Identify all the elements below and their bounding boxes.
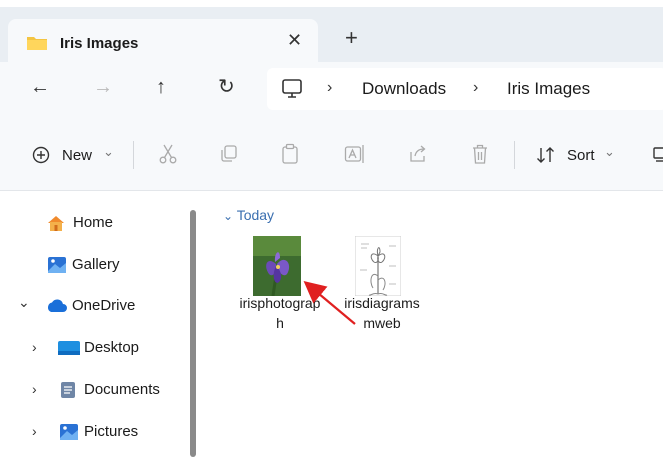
- file-item-irisdiagramsmweb[interactable]: irisdiagramsmweb: [341, 231, 421, 381]
- toolbar-divider: [133, 141, 134, 169]
- sidebar-item-onedrive[interactable]: ⌄ OneDrive: [0, 291, 180, 321]
- breadcrumb-downloads[interactable]: Downloads: [362, 79, 446, 99]
- group-header-today[interactable]: ⌄ Today: [223, 207, 274, 223]
- plus-circle-icon: [32, 146, 50, 164]
- breadcrumb-separator: ›: [473, 79, 479, 96]
- folder-icon: [27, 37, 47, 50]
- new-tab-button[interactable]: +: [345, 27, 358, 49]
- iris-diagram-thumbnail: [355, 236, 401, 296]
- up-button[interactable]: ↑: [156, 74, 166, 100]
- new-dropdown-chevron[interactable]: ⌄: [103, 144, 114, 160]
- sidebar-item-documents[interactable]: › Documents: [0, 375, 180, 405]
- sort-dropdown-chevron[interactable]: ⌄: [604, 144, 615, 160]
- view-icon[interactable]: [653, 146, 663, 164]
- computer-icon: [282, 79, 302, 98]
- copy-icon[interactable]: [219, 144, 239, 164]
- refresh-button[interactable]: ↻: [218, 74, 235, 100]
- command-bar: New ⌄ Sort ⌄: [0, 117, 663, 191]
- pictures-icon: [60, 424, 78, 440]
- file-name: irisphotograph: [239, 295, 321, 331]
- navigation-bar: ← → ↑ ↻ › Downloads › Iris Images: [0, 62, 663, 117]
- documents-icon: [61, 382, 75, 398]
- file-list: ⌄ Today irisphotograph irisdiagramsmweb: [205, 191, 663, 457]
- sidebar-scrollbar[interactable]: [190, 210, 196, 457]
- paste-icon[interactable]: [281, 143, 299, 165]
- sidebar-item-desktop[interactable]: › Desktop: [0, 333, 180, 363]
- expand-chevron-icon[interactable]: ⌄: [18, 294, 30, 311]
- collapse-chevron-icon: ⌄: [223, 209, 234, 223]
- sidebar-item-label: Documents: [84, 381, 160, 398]
- forward-button[interactable]: →: [93, 74, 113, 100]
- sidebar-item-label: Desktop: [84, 339, 140, 356]
- expand-chevron-icon[interactable]: ›: [32, 423, 37, 439]
- back-button[interactable]: ←: [30, 74, 50, 100]
- navigation-pane: Home Gallery ⌄ OneDrive › Desktop › Docu…: [0, 191, 200, 457]
- onedrive-cloud-icon: [47, 299, 67, 312]
- sidebar-item-label: OneDrive: [72, 297, 136, 314]
- toolbar-divider: [514, 141, 515, 169]
- expand-chevron-icon[interactable]: ›: [32, 381, 37, 397]
- sort-button[interactable]: Sort: [567, 147, 595, 164]
- cut-icon[interactable]: [159, 144, 177, 164]
- title-bar: Iris Images ✕ +: [0, 7, 663, 69]
- share-icon[interactable]: [408, 144, 428, 164]
- sidebar-item-home[interactable]: Home: [0, 208, 180, 238]
- breadcrumb-separator: ›: [327, 79, 333, 96]
- group-label: Today: [236, 207, 275, 223]
- breadcrumb-iris-images[interactable]: Iris Images: [507, 79, 590, 99]
- sidebar-item-label: Gallery: [72, 256, 120, 273]
- gallery-icon: [48, 257, 66, 273]
- file-item-irisphotograph[interactable]: irisphotograph: [239, 231, 321, 381]
- new-button[interactable]: New: [62, 147, 92, 164]
- tab-title: Iris Images: [60, 35, 139, 52]
- sidebar-item-pictures[interactable]: › Pictures: [0, 417, 180, 447]
- sidebar-item-label: Home: [73, 214, 114, 231]
- rename-icon[interactable]: [344, 144, 366, 164]
- sort-icon: [537, 147, 554, 163]
- expand-chevron-icon[interactable]: ›: [32, 339, 37, 355]
- home-icon: [48, 216, 64, 231]
- top-strip: [0, 0, 663, 7]
- sidebar-item-gallery[interactable]: Gallery: [0, 250, 180, 280]
- sidebar-item-label: Pictures: [84, 423, 139, 440]
- iris-photo-thumbnail: [253, 236, 301, 296]
- file-name: irisdiagramsmweb: [344, 295, 420, 331]
- close-tab-button[interactable]: ✕: [287, 30, 302, 51]
- desktop-icon: [58, 341, 80, 355]
- delete-icon[interactable]: [471, 143, 489, 165]
- address-bar[interactable]: › Downloads › Iris Images: [267, 68, 663, 110]
